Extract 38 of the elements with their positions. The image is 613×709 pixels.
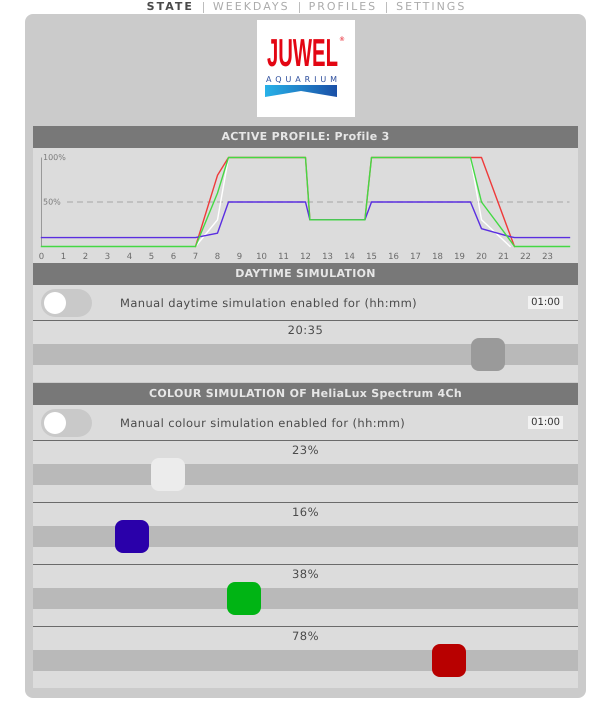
section-header: DAYTIME SIMULATION [33, 263, 578, 285]
tick-label: 4 [126, 252, 132, 262]
tick-label: 7 [192, 252, 198, 262]
toggle-label: Manual colour simulation enabled for (hh:mm) [120, 416, 406, 430]
tick-label: 10 [256, 252, 267, 262]
tick-label: 100% [43, 153, 66, 162]
tick-label: 2 [82, 252, 88, 262]
slider-value: 38% [290, 566, 320, 582]
tick-label: 13 [322, 252, 333, 262]
tick-label: 9 [236, 252, 242, 262]
tick-label: 16 [388, 252, 399, 262]
slider-value: 78% [290, 628, 320, 644]
brand-subtitle: AQUARIUM [266, 75, 336, 84]
tick-label: 15 [366, 252, 377, 262]
tick-label: 18 [432, 252, 443, 262]
tick-label: 20 [476, 252, 487, 262]
tick-label: 1 [60, 252, 66, 262]
section-header: COLOUR SIMULATION OF HeliaLux Spectrum 4Ch [33, 383, 578, 405]
tick-label: 3 [104, 252, 110, 262]
tick-label: 11 [278, 252, 289, 262]
tick-label: 6 [170, 252, 176, 262]
slider-value: 20:35 [286, 322, 324, 338]
tick-label: 23 [542, 252, 553, 262]
slider-value: 23% [290, 442, 320, 458]
tick-label: 12 [300, 252, 311, 262]
tick-label: 21 [498, 252, 509, 262]
tick-label: 22 [520, 252, 531, 262]
brand-name: JUWEL [266, 30, 338, 75]
toggle-label: Manual daytime simulation enabled for (hh:mm) [120, 296, 418, 310]
tick-label: 19 [454, 252, 465, 262]
tick-label: 17 [410, 252, 421, 262]
tick-label: 5 [148, 252, 154, 262]
tick-label: 50% [43, 198, 61, 206]
section-header: ACTIVE PROFILE: Profile 3 [33, 126, 578, 148]
slider-value: 16% [290, 504, 320, 520]
tick-label: 0 [38, 252, 44, 262]
tick-label: 8 [214, 252, 220, 262]
tick-label: 14 [344, 252, 355, 262]
